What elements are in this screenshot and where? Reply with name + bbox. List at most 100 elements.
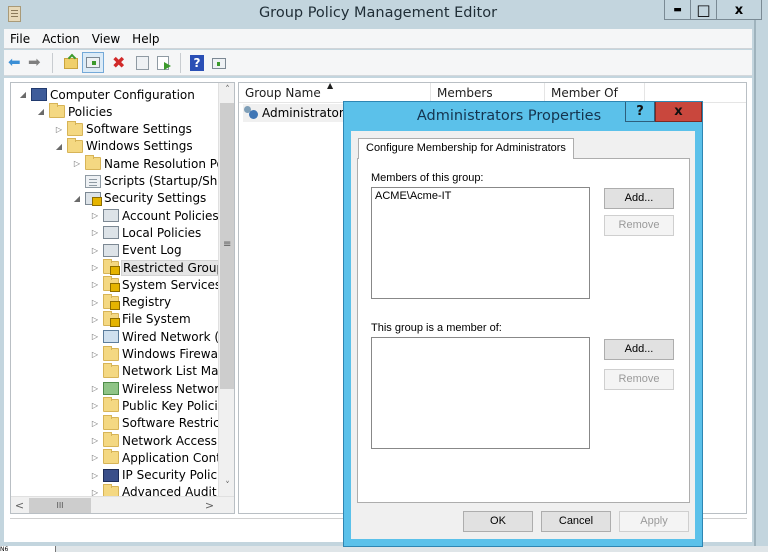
help-button[interactable]: ? (190, 55, 204, 71)
members-remove-button[interactable]: Remove (604, 215, 674, 236)
expand-icon[interactable]: ▷ (89, 263, 101, 272)
tree-node-label: Event Log (122, 243, 182, 258)
tree-node-label: Name Resolution Pol (104, 156, 228, 171)
action-pane-icon (212, 58, 226, 69)
export-list-button[interactable] (155, 54, 173, 71)
minimize-button[interactable]: ▬ (665, 0, 691, 20)
close-button[interactable]: x (717, 0, 761, 20)
menu-file[interactable]: File (4, 29, 36, 46)
collapse-icon[interactable]: ◢ (17, 90, 29, 99)
scroll-thumb[interactable]: ≡ (220, 103, 234, 389)
tree-node[interactable]: ▷ Account Policies (89, 207, 234, 224)
member-item[interactable]: ACME\Acme-IT (375, 190, 586, 202)
minimize-icon: ▬ (673, 5, 682, 15)
apply-button[interactable]: Apply (619, 511, 689, 532)
collapse-icon[interactable]: ◢ (53, 142, 65, 151)
column-members[interactable]: Members (437, 86, 493, 100)
taskbar-item[interactable]: N6 (0, 546, 56, 552)
tree-node[interactable]: ▷ File System (89, 310, 234, 328)
scroll-left-icon[interactable]: < (11, 499, 28, 512)
show-action-pane-button[interactable] (210, 54, 228, 71)
tree-node[interactable]: ▷ Public Key Policie (89, 397, 234, 414)
tree-node[interactable]: ▷ Wireless Network (89, 380, 234, 397)
expand-icon[interactable]: ▷ (89, 228, 101, 237)
delete-button[interactable]: ✖ (112, 54, 130, 71)
show-hide-console-tree-button[interactable] (82, 52, 104, 73)
members-listbox[interactable]: ACME\Acme-IT (371, 187, 590, 299)
tree-vertical-scrollbar[interactable]: ˄ ≡ ˅ (218, 83, 234, 496)
tree-node[interactable]: ▷ Restricted Groups (89, 259, 234, 276)
tree-node[interactable]: ◢ Security Settings (71, 190, 234, 207)
up-one-level-button[interactable] (62, 53, 80, 71)
tree-node[interactable]: ▷ Application Contr (89, 449, 234, 466)
expand-icon[interactable]: ▷ (89, 211, 101, 220)
dialog-help-button[interactable]: ? (625, 102, 655, 122)
expand-icon[interactable]: ▷ (89, 471, 101, 480)
memberof-remove-button[interactable]: Remove (604, 369, 674, 390)
scroll-right-icon[interactable]: > (201, 499, 218, 512)
tree-node[interactable]: ▷ Wired Network (IE (89, 328, 234, 345)
expand-icon[interactable]: ▷ (53, 125, 65, 134)
window-controls: ▬ □ x (664, 0, 762, 20)
expand-icon[interactable]: ▷ (89, 350, 101, 359)
tree-node[interactable]: ▷ System Services (89, 276, 234, 293)
menu-view[interactable]: View (86, 29, 126, 46)
tree-node[interactable]: ▷ Event Log (89, 242, 234, 259)
memberof-listbox[interactable] (371, 337, 590, 449)
list-row[interactable]: Administrators (243, 104, 355, 122)
dialog-close-button[interactable]: x (655, 102, 702, 122)
maximize-icon: □ (696, 1, 711, 19)
scroll-thumb[interactable]: III (29, 498, 91, 513)
collapse-icon[interactable]: ◢ (35, 107, 47, 116)
tree-node[interactable]: ▷ Registry (89, 293, 234, 311)
expand-icon[interactable]: ▷ (89, 436, 101, 445)
tree-node[interactable]: ▷ Software Settings (53, 120, 234, 138)
column-divider[interactable] (430, 83, 431, 103)
tree-node[interactable]: ▷ Name Resolution Pol (71, 155, 234, 172)
column-group-name[interactable]: Group Name (245, 86, 321, 100)
expand-icon[interactable]: ▷ (89, 315, 101, 324)
members-add-button[interactable]: Add... (604, 188, 674, 209)
folder-icon (103, 345, 119, 361)
tree-node[interactable]: Network List Man (89, 362, 234, 380)
expand-icon[interactable]: ▷ (89, 280, 101, 289)
memberof-add-button[interactable]: Add... (604, 339, 674, 360)
tree-node[interactable]: ◢ Windows Settings (53, 137, 234, 155)
expand-icon[interactable]: ▷ (89, 332, 101, 341)
tree-node[interactable]: Scripts (Startup/Shutc (71, 173, 234, 190)
tree-horizontal-scrollbar[interactable]: < III > (11, 496, 234, 513)
tree-node-label: System Services (122, 277, 222, 292)
properties-button[interactable] (134, 54, 152, 71)
column-divider[interactable] (644, 83, 645, 103)
maximize-button[interactable]: □ (691, 0, 717, 20)
back-button[interactable]: ⬅ (8, 54, 26, 71)
expand-icon[interactable]: ▷ (89, 401, 101, 410)
expand-icon[interactable]: ▷ (89, 384, 101, 393)
tree-node[interactable]: ▷ IP Security Policie (89, 467, 234, 484)
tree-node[interactable]: ▷ Windows Firewall (89, 345, 234, 363)
scroll-down-icon[interactable]: ˅ (219, 481, 234, 491)
expand-icon[interactable]: ▷ (89, 298, 101, 307)
forward-button[interactable]: ➡ (28, 54, 46, 71)
menu-help[interactable]: Help (126, 29, 165, 46)
scroll-up-icon[interactable]: ˄ (219, 85, 234, 95)
expand-icon[interactable]: ▷ (89, 453, 101, 462)
tree-node-label: Software Restricti (122, 416, 228, 431)
tree-node[interactable]: ▷ Local Policies (89, 224, 234, 241)
tree-node[interactable]: ▷ Network Access P (89, 432, 234, 449)
cancel-button[interactable]: Cancel (541, 511, 611, 532)
expand-icon[interactable]: ▷ (89, 419, 101, 428)
expand-icon[interactable]: ▷ (71, 159, 83, 168)
column-member-of[interactable]: Member Of (551, 86, 618, 100)
column-divider[interactable] (544, 83, 545, 103)
tab-configure-membership[interactable]: Configure Membership for Administrators (358, 138, 574, 159)
tree-node[interactable]: ◢ Policies (35, 103, 234, 120)
expand-icon[interactable]: ▷ (89, 246, 101, 255)
collapse-icon[interactable]: ◢ (71, 194, 83, 203)
tree-node-label: Network List Man (122, 364, 227, 379)
ok-button[interactable]: OK (463, 511, 533, 532)
tree-node[interactable]: ◢ Computer Configuration (17, 86, 217, 103)
tree-node[interactable]: ▷ Software Restricti (89, 414, 234, 432)
menu-action[interactable]: Action (36, 29, 86, 46)
tree-node-label: Application Contr (122, 450, 226, 465)
